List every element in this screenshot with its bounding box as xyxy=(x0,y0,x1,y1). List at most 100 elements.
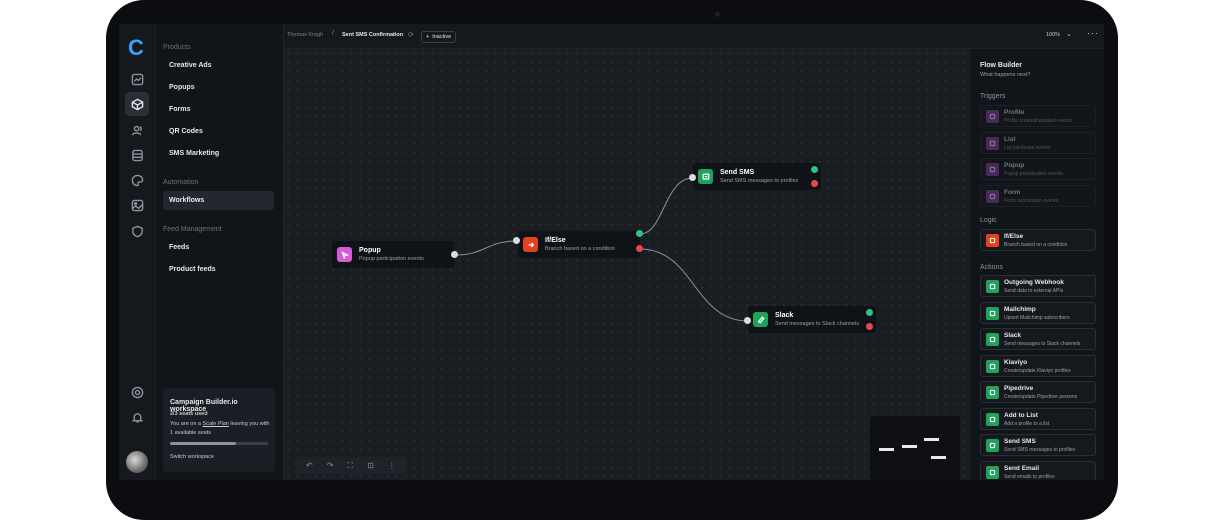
actions-card[interactable]: Mailchimp Upsert Mailchimp subscribers xyxy=(980,301,1096,324)
cube-icon[interactable] xyxy=(125,92,149,116)
actions-card[interactable]: Add to List Add a profile to a list xyxy=(980,407,1096,430)
sms-input-handle[interactable] xyxy=(689,174,696,181)
slack-icon xyxy=(986,333,999,346)
popup-output-handle[interactable] xyxy=(451,251,458,258)
minimap-node-slack xyxy=(931,456,946,459)
sidebar-item-forms[interactable]: Forms xyxy=(163,100,274,119)
card-title: Profile xyxy=(1004,109,1025,116)
scale-plan-link[interactable]: Scale Plan xyxy=(203,421,229,427)
chevron-down-icon[interactable]: ⌄ xyxy=(1066,30,1072,38)
actions-card[interactable]: Send Email Send emails to profiles xyxy=(980,460,1096,480)
mail-icon xyxy=(986,359,999,373)
node-description: Send SMS messages to profiles xyxy=(720,178,799,184)
branch-icon xyxy=(986,234,999,247)
card-title: Send SMS xyxy=(1004,438,1036,445)
node-description: Send messages to Slack channels xyxy=(775,321,860,327)
triggers-card[interactable]: List List join/leave events xyxy=(980,131,1096,154)
workspace-card: Campaign Builder.io workspace 2/3 seats … xyxy=(163,388,275,472)
slack-success-handle[interactable] xyxy=(866,309,873,316)
canvas-toolbar: ↶ ↷ ⛶ ⊡ ⋮ xyxy=(295,457,407,474)
card-description: Branch based on a condition xyxy=(1004,242,1068,248)
sidebar-item-qr-codes[interactable]: QR Codes xyxy=(163,122,274,141)
slack-failure-handle[interactable] xyxy=(866,323,873,330)
sidebar-item-workflows[interactable]: Workflows xyxy=(163,191,274,210)
zoom-level[interactable]: 100% xyxy=(1046,32,1060,38)
redo-icon[interactable]: ↷ xyxy=(327,461,334,470)
flow-canvas[interactable]: Popup Popup participation events If/Else… xyxy=(284,49,968,480)
fit-view-icon[interactable]: ⛶ xyxy=(348,461,354,471)
sms-success-handle[interactable] xyxy=(811,166,818,173)
node-title: Slack xyxy=(775,312,794,319)
shield-icon[interactable] xyxy=(128,222,146,240)
top-bar: Thomas Kragh / Sent SMS Confirmation ⟳ +… xyxy=(284,24,1104,49)
undo-icon[interactable]: ↶ xyxy=(306,461,313,470)
card-title: List xyxy=(1004,135,1016,143)
card-description: Form submission events xyxy=(1004,197,1059,204)
actions-card[interactable]: Outgoing Webhook Send data to external AP… xyxy=(980,275,1096,297)
more-vertical-icon[interactable]: ⋮ xyxy=(388,461,396,470)
app-screen: C Products Creative Ads Popups Forms QR … xyxy=(119,24,1104,480)
logic-card[interactable]: If/Else Branch based on a condition xyxy=(980,229,1096,251)
slack-input-handle[interactable] xyxy=(744,317,751,324)
user-avatar[interactable] xyxy=(126,451,148,473)
bell-icon[interactable] xyxy=(128,408,146,426)
card-description: Send emails to profiles xyxy=(1004,473,1055,480)
switch-workspace-button[interactable]: Switch workspace xyxy=(170,454,214,460)
actions-card[interactable]: Klaviyo Create/update Klaviyo profiles xyxy=(980,354,1096,377)
actions-card[interactable]: Send SMS Send SMS messages to profiles xyxy=(980,434,1096,456)
sms-failure-handle[interactable] xyxy=(811,180,818,187)
chart-icon[interactable] xyxy=(128,70,146,88)
workflow-title[interactable]: Sent SMS Confirmation xyxy=(342,32,403,38)
ifelse-true-handle[interactable] xyxy=(636,230,643,237)
list-icon xyxy=(986,136,999,150)
help-icon[interactable] xyxy=(128,383,146,401)
card-title: If/Else xyxy=(1004,233,1024,240)
card-title: Pipedrive xyxy=(1004,385,1034,392)
cursor-icon xyxy=(337,247,352,262)
node-send-sms[interactable]: Send SMS Send SMS messages to profiles xyxy=(693,163,821,190)
sidebar-item-sms-marketing[interactable]: SMS Marketing xyxy=(163,144,274,163)
database-icon[interactable] xyxy=(128,146,146,164)
sidebar-item-creative-ads[interactable]: Creative Ads xyxy=(163,56,274,75)
node-popup[interactable]: Popup Popup participation events xyxy=(332,241,454,268)
flow-builder-panel: Flow Builder What happens next? Triggers… xyxy=(969,49,1104,480)
more-horizontal-icon[interactable]: ··· xyxy=(1087,28,1099,38)
node-slack[interactable]: Slack Send messages to Slack channels xyxy=(748,306,876,333)
users-icon[interactable] xyxy=(128,121,146,139)
triggers-card[interactable]: Form Form submission events xyxy=(980,184,1096,207)
sidebar-item-feeds[interactable]: Feeds xyxy=(163,238,274,257)
mail-icon xyxy=(986,465,999,479)
sidebar-item-product-feeds[interactable]: Product feeds xyxy=(163,260,274,279)
card-title: Add to List xyxy=(1004,411,1038,419)
node-ifelse[interactable]: If/Else Branch based on a condition xyxy=(518,231,640,258)
actions-card[interactable]: Pipedrive Create/update Pipedrive persons xyxy=(980,381,1096,403)
minimap[interactable] xyxy=(870,416,960,480)
sync-icon[interactable]: ⟳ xyxy=(408,31,414,39)
image-icon[interactable] xyxy=(128,196,146,214)
triggers-card[interactable]: Popup Popup participation events xyxy=(980,158,1096,180)
form-icon xyxy=(986,189,999,203)
ifelse-false-handle[interactable] xyxy=(636,245,643,252)
ifelse-input-handle[interactable] xyxy=(513,237,520,244)
edge-ifelse-sms xyxy=(639,177,694,235)
sidebar-item-popups[interactable]: Popups xyxy=(163,78,274,97)
node-title: Send SMS xyxy=(720,169,755,176)
card-title: Slack xyxy=(1004,332,1021,339)
branch-icon xyxy=(523,237,538,252)
breadcrumb-owner[interactable]: Thomas Kragh xyxy=(287,32,323,38)
card-description: List join/leave events xyxy=(1004,144,1051,151)
sidebar-section-automation: Automation xyxy=(163,179,199,186)
sidebar-section-products: Products xyxy=(163,44,191,51)
minimap-node-ifelse xyxy=(902,445,917,448)
lock-icon[interactable]: ⊡ xyxy=(367,461,374,470)
card-description: Create/update Klaviyo profiles xyxy=(1004,367,1071,374)
workspace-seats: 2/3 seats used xyxy=(170,411,208,417)
actions-card[interactable]: Slack Send messages to Slack channels xyxy=(980,328,1096,350)
card-title: Mailchimp xyxy=(1004,305,1036,313)
app-logo[interactable]: C xyxy=(128,37,144,59)
breadcrumb-separator: / xyxy=(332,30,334,37)
status-toggle[interactable]: + Inactive xyxy=(421,31,457,43)
palette-icon[interactable] xyxy=(128,171,146,189)
triggers-card[interactable]: Profile Profile created/updated events xyxy=(980,105,1096,127)
sidebar: Products Creative Ads Popups Forms QR Co… xyxy=(156,24,284,480)
